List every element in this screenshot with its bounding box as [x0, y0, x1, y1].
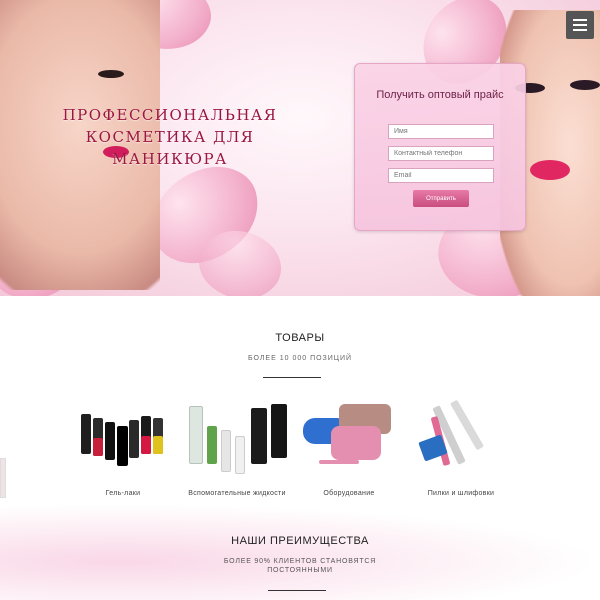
name-input[interactable]	[388, 124, 494, 139]
bottle-image	[81, 414, 91, 454]
goods-title: ТОВАРЫ	[275, 332, 325, 344]
product-label: Оборудование	[323, 490, 375, 497]
bottle-image	[235, 436, 245, 474]
hero-title: ПРОФЕССИОНАЛЬНАЯ КОСМЕТИКА ДЛЯ МАНИКЮРА	[62, 106, 278, 168]
submit-button[interactable]: Отправить	[413, 190, 469, 207]
model-eye-left	[98, 70, 124, 78]
bottle-image	[207, 426, 217, 464]
product-label: Вспомогательные жидкости	[188, 490, 286, 497]
form-title: Получить оптовый прайс	[376, 89, 504, 101]
bottle-image	[117, 426, 128, 466]
bottle-image	[271, 404, 287, 458]
product-equipment[interactable]: Оборудование	[289, 396, 409, 497]
product-files[interactable]: Пилки и шлифовки	[401, 396, 521, 497]
product-label: Гель-лаки	[105, 490, 141, 497]
email-input[interactable]	[388, 168, 494, 183]
product-label: Пилки и шлифовки	[427, 490, 495, 497]
bottle-image	[93, 438, 103, 456]
advantages-section: НАШИ ПРЕИМУЩЕСТВА БОЛЕЕ 90% КЛИЕНТОВ СТА…	[0, 504, 600, 600]
advantages-subtitle: БОЛЕЕ 90% КЛИЕНТОВ СТАНОВЯТСЯ ПОСТОЯННЫМ…	[223, 558, 377, 574]
product-liquids[interactable]: Вспомогательные жидкости	[177, 396, 297, 497]
bottle-image	[141, 436, 151, 454]
phone-input[interactable]	[388, 146, 494, 161]
model-lips-right	[530, 160, 570, 180]
goods-subtitle: БОЛЕЕ 10 000 ПОЗИЦИЙ	[247, 355, 353, 362]
bottle-image	[251, 408, 267, 464]
bottle-image	[105, 422, 115, 460]
drill-handpiece-image	[319, 460, 359, 464]
bottle-image	[189, 406, 203, 464]
model-eye-right	[570, 80, 600, 90]
side-widget-tab[interactable]	[0, 458, 6, 498]
goods-section: ТОВАРЫ БОЛЕЕ 10 000 ПОЗИЦИЙ Гель-лаки Вс…	[0, 296, 600, 504]
divider	[263, 377, 321, 378]
product-gel-polishes[interactable]: Гель-лаки	[63, 396, 183, 497]
hero-banner: ПРОФЕССИОНАЛЬНАЯ КОСМЕТИКА ДЛЯ МАНИКЮРА …	[0, 0, 600, 296]
bottle-image	[153, 436, 163, 454]
advantages-title: НАШИ ПРЕИМУЩЕСТВА	[231, 535, 369, 547]
bottle-image	[129, 420, 139, 458]
hamburger-menu-icon[interactable]	[566, 11, 594, 39]
divider	[268, 590, 326, 591]
bottle-image	[221, 430, 231, 472]
drill-machine-image	[331, 426, 381, 460]
wholesale-price-form: Получить оптовый прайс Отправить	[354, 63, 526, 231]
